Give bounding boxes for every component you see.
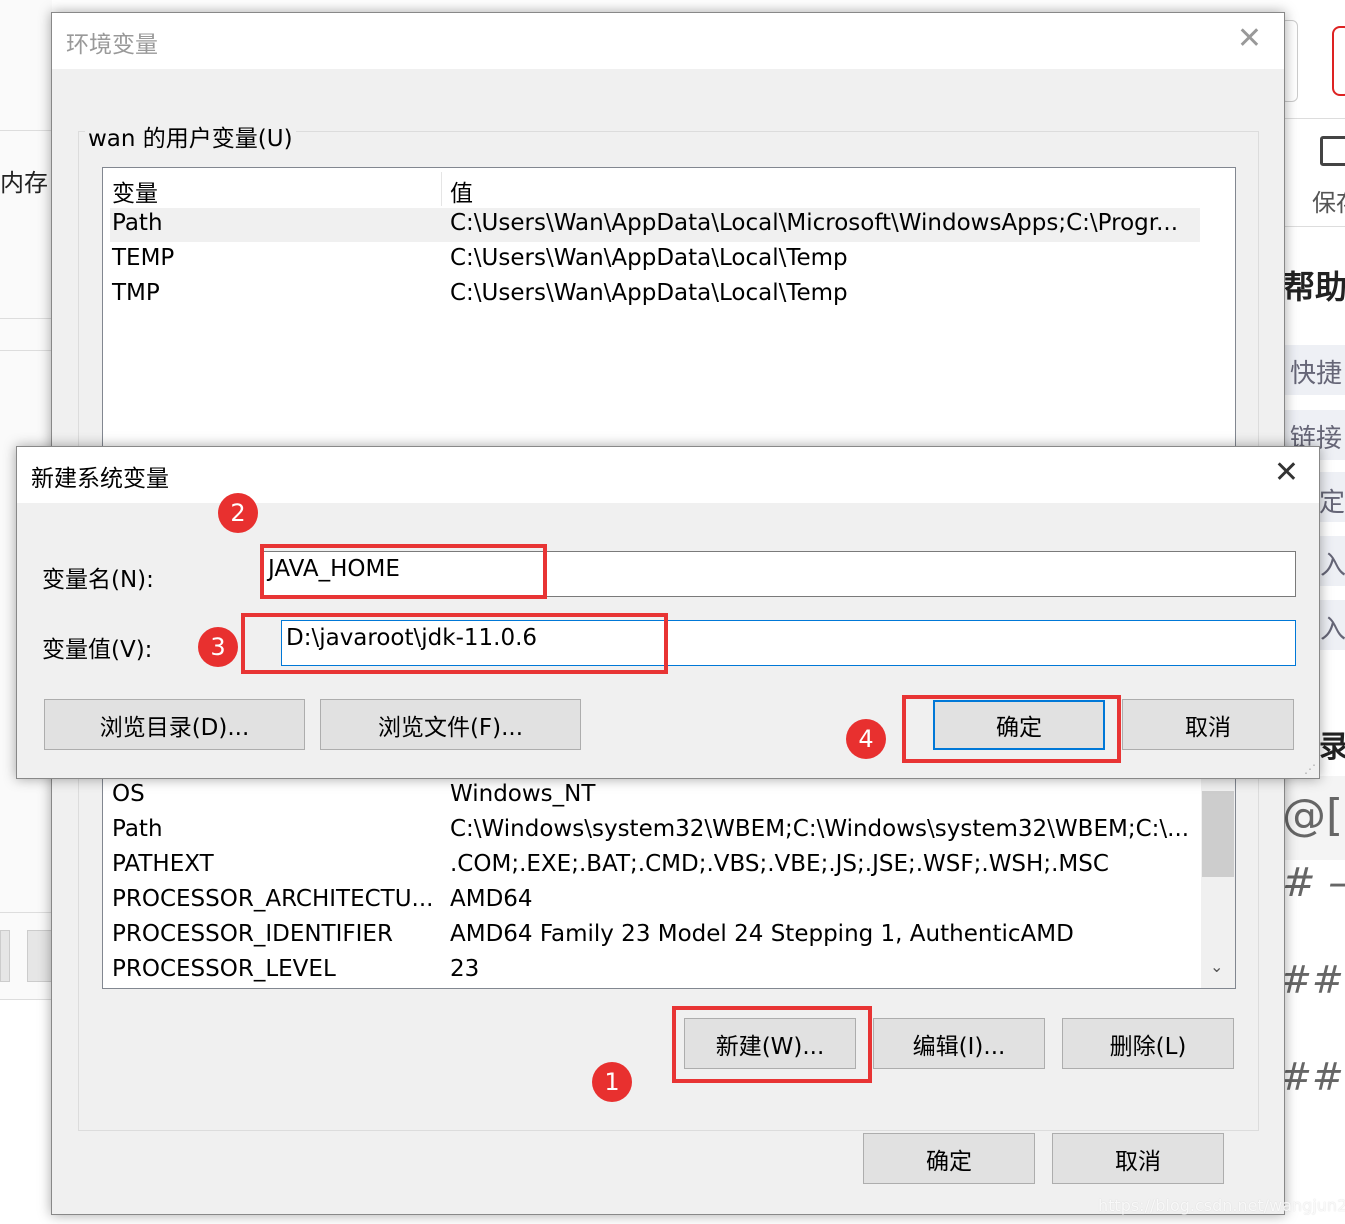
var-value: C:\Users\Wan\AppData\Local\Microsoft\Win… — [450, 210, 1179, 236]
background-item: ### — [1280, 1055, 1345, 1099]
variable-name-label: 变量名(N): — [42, 567, 154, 593]
resize-grip-icon[interactable]: ⋰ — [1304, 762, 1316, 776]
background-help-title: 帮助 — [1283, 268, 1345, 306]
browse-file-button[interactable]: 浏览文件(F)... — [320, 699, 581, 750]
table-row[interactable]: TMP C:\Users\Wan\AppData\Local\Temp — [110, 278, 1200, 312]
background-item: @[ — [1282, 790, 1344, 841]
highlight-variable-name — [260, 544, 547, 599]
edit-button[interactable]: 编辑(I)... — [873, 1018, 1045, 1069]
highlight-new-button — [672, 1006, 872, 1083]
var-name: PROCESSOR_ARCHITECTU... — [112, 886, 434, 912]
background-item: # — — [1282, 860, 1345, 906]
title-bar: 环境变量 ✕ — [52, 13, 1284, 69]
var-value: 23 — [450, 956, 480, 982]
browse-directory-button[interactable]: 浏览目录(D)... — [44, 699, 305, 750]
var-name: OS — [112, 781, 145, 807]
cancel-button[interactable]: 取消 — [1122, 699, 1294, 750]
var-value: C:\Windows\system32\WBEM;C:\Windows\syst… — [450, 816, 1190, 842]
table-row[interactable]: PATHEXT .COM;.EXE;.BAT;.CMD;.VBS;.VBE;.JS… — [110, 849, 1200, 883]
background-item: 入 — [1320, 551, 1345, 581]
user-vars-list[interactable]: 变量 值 Path C:\Users\Wan\AppData\Local\Mic… — [102, 167, 1236, 467]
scrollbar-thumb[interactable] — [1202, 791, 1234, 877]
background-item: 入 — [1320, 615, 1345, 645]
list-header: 变量 值 — [110, 172, 1200, 208]
var-name: Path — [112, 816, 163, 842]
column-header-value[interactable]: 值 — [450, 174, 473, 208]
save-icon — [1320, 136, 1345, 166]
background-item: ## — [1280, 958, 1344, 1002]
var-name: PROCESSOR_IDENTIFIER — [112, 921, 393, 947]
dialog-title: 新建系统变量 — [31, 466, 169, 492]
background-item: 录 — [1319, 730, 1345, 765]
column-header-name[interactable]: 变量 — [112, 174, 158, 208]
table-row[interactable]: OS Windows_NT — [110, 779, 1200, 813]
table-row[interactable]: Path C:\Users\Wan\AppData\Local\Microsof… — [110, 208, 1200, 242]
ok-button[interactable]: 确定 — [863, 1133, 1035, 1184]
new-system-variable-dialog: 新建系统变量 ✕ 变量名(N): JAVA_HOME 变量值(V): D:\ja… — [16, 446, 1320, 779]
background-item: 快捷 — [1290, 359, 1343, 389]
table-row[interactable]: TEMP C:\Users\Wan\AppData\Local\Temp — [110, 243, 1200, 277]
var-name: TMP — [112, 280, 160, 306]
variable-value-label: 变量值(V): — [42, 637, 153, 663]
cancel-button[interactable]: 取消 — [1052, 1133, 1224, 1184]
chevron-down-icon[interactable]: ⌄ — [1210, 957, 1223, 976]
table-row[interactable]: PROCESSOR_ARCHITECTU... AMD64 — [110, 884, 1200, 918]
highlight-ok-button — [902, 695, 1121, 763]
var-name: Path — [112, 210, 163, 236]
var-name: PATHEXT — [112, 851, 214, 877]
table-row[interactable]: PROCESSOR_IDENTIFIER AMD64 Family 23 Mode… — [110, 919, 1200, 953]
var-value: C:\Users\Wan\AppData\Local\Temp — [450, 280, 848, 306]
var-value: .COM;.EXE;.BAT;.CMD;.VBS;.VBE;.JS;.JSE;.… — [450, 851, 1109, 877]
watermark: https://blog.csdn.net/wangjun213 — [1098, 1196, 1345, 1215]
step-badge-3: 3 — [198, 627, 238, 667]
var-value: Windows_NT — [450, 781, 596, 807]
step-badge-4: 4 — [846, 719, 886, 759]
dialog-title: 环境变量 — [66, 32, 158, 58]
user-vars-group-label: wan 的用户变量(U) — [85, 119, 296, 153]
var-name: TEMP — [112, 245, 175, 271]
var-name: PROCESSOR_LEVEL — [112, 956, 336, 982]
background-item: 定 — [1319, 488, 1345, 518]
highlight-variable-value — [241, 613, 668, 674]
var-value: AMD64 — [450, 886, 533, 912]
table-row[interactable]: PROCESSOR_LEVEL 23 — [110, 954, 1200, 988]
step-badge-2: 2 — [218, 493, 258, 533]
var-value: C:\Users\Wan\AppData\Local\Temp — [450, 245, 848, 271]
table-row[interactable]: Path C:\Windows\system32\WBEM;C:\Windows\… — [110, 814, 1200, 848]
close-icon[interactable]: ✕ — [1274, 455, 1299, 490]
delete-button[interactable]: 删除(L) — [1062, 1018, 1234, 1069]
step-badge-1: 1 — [592, 1062, 632, 1102]
background-memory-label: 内存 — [0, 169, 48, 197]
close-icon[interactable]: ✕ — [1237, 21, 1262, 56]
background-save-label: 保存 — [1312, 189, 1345, 217]
title-bar: 新建系统变量 ✕ — [17, 447, 1319, 503]
var-value: AMD64 Family 23 Model 24 Stepping 1, Aut… — [450, 921, 1074, 947]
